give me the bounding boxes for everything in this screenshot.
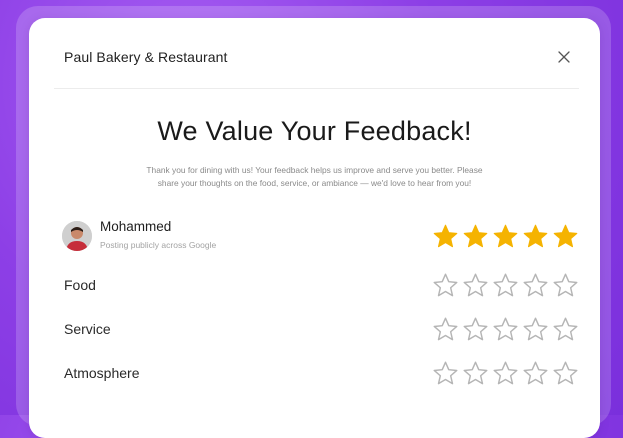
close-button[interactable] <box>555 48 573 66</box>
overall-star-1-icon[interactable] <box>432 223 459 250</box>
service-star-1-icon[interactable] <box>432 316 459 343</box>
overall-star-3-icon[interactable] <box>492 223 519 250</box>
food-star-1-icon[interactable] <box>432 272 459 299</box>
service-star-2-icon[interactable] <box>462 316 489 343</box>
atmosphere-star-2-icon[interactable] <box>462 360 489 387</box>
feedback-modal: Paul Bakery & Restaurant We Value Your F… <box>29 18 600 438</box>
service-star-4-icon[interactable] <box>522 316 549 343</box>
food-star-3-icon[interactable] <box>492 272 519 299</box>
rating-label-atmosphere: Atmosphere <box>64 365 140 381</box>
rating-label-food: Food <box>64 277 96 293</box>
business-name: Paul Bakery & Restaurant <box>64 49 228 65</box>
atmosphere-star-5-icon[interactable] <box>552 360 579 387</box>
user-name: Mohammed <box>100 219 172 234</box>
service-star-5-icon[interactable] <box>552 316 579 343</box>
user-avatar-image <box>62 221 92 251</box>
subtitle-line-2: share your thoughts on the food, service… <box>157 178 472 188</box>
page-title: We Value Your Feedback! <box>157 116 472 146</box>
overall-star-5-icon[interactable] <box>552 223 579 250</box>
header-divider <box>54 88 579 89</box>
avatar <box>62 221 92 251</box>
rating-label-service: Service <box>64 321 111 337</box>
overall-star-2-icon[interactable] <box>462 223 489 250</box>
page-subtitle: Thank you for dining with us! Your feedb… <box>89 164 540 190</box>
food-star-5-icon[interactable] <box>552 272 579 299</box>
food-star-2-icon[interactable] <box>462 272 489 299</box>
close-icon <box>558 51 570 63</box>
atmosphere-star-4-icon[interactable] <box>522 360 549 387</box>
rating-stars-atmosphere[interactable] <box>432 360 579 387</box>
rating-stars-food[interactable] <box>432 272 579 299</box>
subtitle-line-1: Thank you for dining with us! Your feedb… <box>146 165 483 175</box>
user-posting-note: Posting publicly across Google <box>100 240 217 250</box>
overall-rating-stars[interactable] <box>432 223 579 250</box>
food-star-4-icon[interactable] <box>522 272 549 299</box>
atmosphere-star-1-icon[interactable] <box>432 360 459 387</box>
service-star-3-icon[interactable] <box>492 316 519 343</box>
atmosphere-star-3-icon[interactable] <box>492 360 519 387</box>
rating-stars-service[interactable] <box>432 316 579 343</box>
overall-star-4-icon[interactable] <box>522 223 549 250</box>
